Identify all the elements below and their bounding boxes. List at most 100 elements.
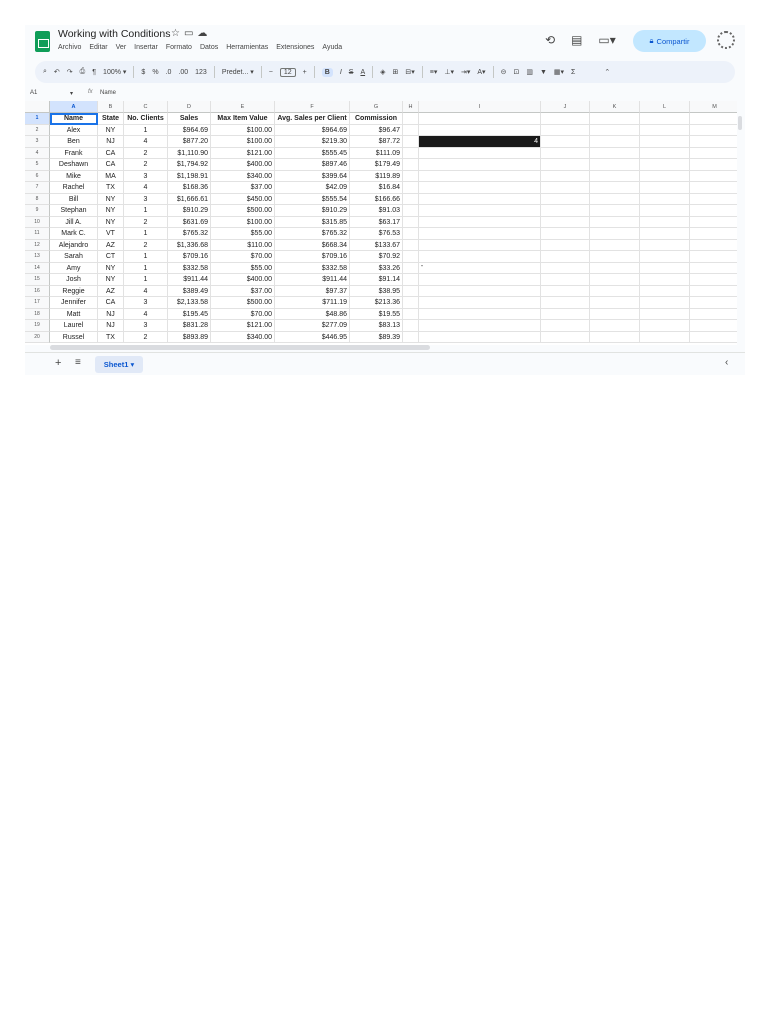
- name-box[interactable]: A1: [30, 90, 37, 96]
- table-cell[interactable]: AZ: [98, 239, 124, 251]
- empty-cell[interactable]: [640, 262, 690, 274]
- table-cell[interactable]: Matt: [50, 308, 98, 320]
- document-title[interactable]: Working with Conditions: [58, 28, 170, 40]
- table-cell[interactable]: CA: [98, 147, 124, 159]
- empty-cell[interactable]: [541, 216, 590, 228]
- table-cell[interactable]: $2,133.58: [168, 297, 211, 309]
- empty-cell[interactable]: [590, 216, 640, 228]
- table-cell[interactable]: $55.00: [211, 228, 275, 240]
- table-cell[interactable]: $897.46: [275, 159, 350, 171]
- table-cell[interactable]: $1,198.91: [168, 170, 211, 182]
- table-cell[interactable]: $389.49: [168, 285, 211, 297]
- row-header[interactable]: 19: [25, 320, 50, 332]
- empty-cell[interactable]: [403, 285, 419, 297]
- decrease-decimal-button[interactable]: .0: [166, 69, 172, 76]
- row-header[interactable]: 18: [25, 308, 50, 320]
- table-cell[interactable]: 4: [124, 285, 168, 297]
- table-cell[interactable]: $19.55: [350, 308, 403, 320]
- row-header[interactable]: 2: [25, 124, 50, 136]
- empty-cell[interactable]: [590, 182, 640, 194]
- percent-button[interactable]: %: [152, 69, 158, 76]
- font-select[interactable]: Predet... ▾: [222, 68, 254, 76]
- collapse-toolbar-icon[interactable]: ⌃: [604, 68, 610, 76]
- table-cell[interactable]: NY: [98, 205, 124, 217]
- table-cell[interactable]: Bill: [50, 193, 98, 205]
- empty-cell[interactable]: [403, 216, 419, 228]
- empty-cell[interactable]: [640, 308, 690, 320]
- table-cell[interactable]: Rachel: [50, 182, 98, 194]
- table-cell[interactable]: $87.72: [350, 136, 403, 148]
- table-cell[interactable]: $121.00: [211, 147, 275, 159]
- table-cell[interactable]: $446.95: [275, 331, 350, 343]
- header-cell[interactable]: Avg. Sales per Client: [275, 113, 350, 125]
- row-header[interactable]: 13: [25, 251, 50, 263]
- empty-cell[interactable]: [640, 182, 690, 194]
- all-sheets-icon[interactable]: ≡: [75, 357, 81, 368]
- table-cell[interactable]: $910.29: [168, 205, 211, 217]
- empty-cell[interactable]: [590, 113, 640, 125]
- column-header-f[interactable]: F: [275, 101, 350, 113]
- table-cell[interactable]: Amy: [50, 262, 98, 274]
- empty-cell[interactable]: [403, 113, 419, 125]
- table-cell[interactable]: 4: [419, 136, 541, 148]
- table-cell[interactable]: $399.64: [275, 170, 350, 182]
- chevron-down-icon[interactable]: ▾: [70, 90, 73, 97]
- number-format-button[interactable]: 123: [195, 69, 207, 76]
- table-cell[interactable]: 1: [124, 124, 168, 136]
- empty-cell[interactable]: [541, 331, 590, 343]
- column-header-l[interactable]: L: [640, 101, 690, 113]
- table-cell[interactable]: $91.03: [350, 205, 403, 217]
- table-cell[interactable]: $70.92: [350, 251, 403, 263]
- table-cell[interactable]: Mark C.: [50, 228, 98, 240]
- empty-cell[interactable]: [403, 193, 419, 205]
- font-size-decrease-icon[interactable]: −: [269, 69, 273, 76]
- empty-cell[interactable]: [690, 251, 737, 263]
- table-cell[interactable]: VT: [98, 228, 124, 240]
- table-cell[interactable]: 3: [124, 297, 168, 309]
- table-cell[interactable]: $1,110.90: [168, 147, 211, 159]
- table-cell[interactable]: Alex: [50, 124, 98, 136]
- table-cell[interactable]: $1,794.92: [168, 159, 211, 171]
- empty-cell[interactable]: [640, 320, 690, 332]
- empty-cell[interactable]: [590, 228, 640, 240]
- column-header-j[interactable]: J: [541, 101, 590, 113]
- empty-cell[interactable]: [690, 228, 737, 240]
- header-cell[interactable]: State: [98, 113, 124, 125]
- comments-icon[interactable]: ▤: [571, 33, 582, 47]
- empty-cell[interactable]: [640, 274, 690, 286]
- table-cell[interactable]: 4: [124, 182, 168, 194]
- empty-cell[interactable]: [590, 331, 640, 343]
- empty-cell[interactable]: [590, 262, 640, 274]
- table-cell[interactable]: $765.32: [275, 228, 350, 240]
- table-cell[interactable]: 4: [124, 308, 168, 320]
- table-cell[interactable]: CT: [98, 251, 124, 263]
- insert-chart-icon[interactable]: ▥: [526, 68, 533, 76]
- menu-herramientas[interactable]: Herramientas: [226, 44, 268, 51]
- row-header[interactable]: 7: [25, 182, 50, 194]
- table-cell[interactable]: $70.00: [211, 251, 275, 263]
- column-header-c[interactable]: C: [124, 101, 168, 113]
- empty-cell[interactable]: [590, 239, 640, 251]
- empty-cell[interactable]: [541, 262, 590, 274]
- empty-cell[interactable]: [690, 332, 737, 343]
- table-cell[interactable]: $877.20: [168, 136, 211, 148]
- empty-cell[interactable]: [640, 113, 690, 125]
- empty-cell[interactable]: [590, 320, 640, 332]
- table-cell[interactable]: NJ: [98, 308, 124, 320]
- empty-cell[interactable]: [640, 159, 690, 171]
- table-cell[interactable]: 3: [124, 320, 168, 332]
- text-rotation-icon[interactable]: A▾: [477, 68, 485, 76]
- empty-cell[interactable]: [590, 274, 640, 286]
- empty-cell[interactable]: [403, 308, 419, 320]
- table-cell[interactable]: $213.36: [350, 297, 403, 309]
- table-cell[interactable]: $964.69: [168, 124, 211, 136]
- empty-cell[interactable]: [541, 182, 590, 194]
- functions-icon[interactable]: Σ: [571, 69, 575, 76]
- row-header[interactable]: 9: [25, 205, 50, 217]
- empty-cell[interactable]: [690, 320, 737, 332]
- table-cell[interactable]: $765.32: [168, 228, 211, 240]
- empty-cell[interactable]: [541, 159, 590, 171]
- table-cell[interactable]: 2: [124, 147, 168, 159]
- table-cell[interactable]: $668.34: [275, 239, 350, 251]
- table-cell[interactable]: $332.58: [168, 262, 211, 274]
